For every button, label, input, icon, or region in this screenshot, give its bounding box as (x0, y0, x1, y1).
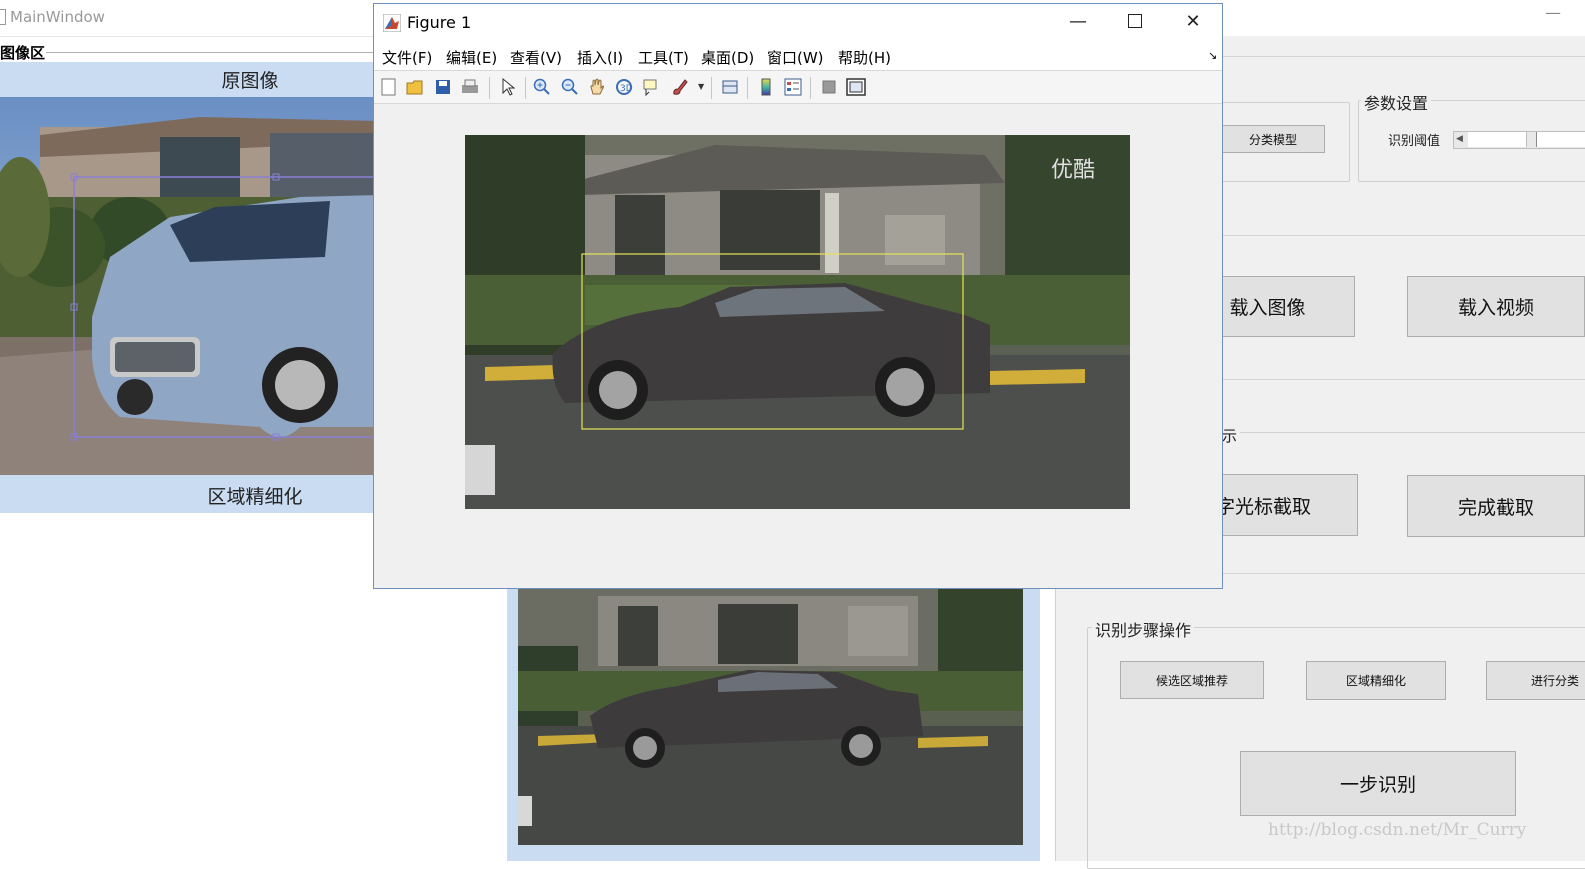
toolbar-separator (711, 77, 712, 99)
divider (1223, 573, 1585, 574)
figure-toolbar: 3D ▼ (374, 71, 1222, 104)
toolbar-separator (489, 77, 490, 99)
toolbar-separator (810, 77, 811, 99)
hide-plot-icon[interactable] (819, 77, 839, 97)
pan-icon[interactable] (587, 77, 607, 97)
refined-image (518, 586, 1023, 845)
menu-help[interactable]: 帮助(H) (838, 47, 891, 68)
zoom-in-icon[interactable] (532, 77, 552, 97)
figure-window[interactable]: Figure 1 — ✕ 文件(F) 编辑(E) 查看(V) 插入(I) 工具(… (373, 3, 1223, 589)
rotate-icon[interactable]: 3D (614, 77, 634, 97)
matlab-logo-icon (383, 14, 401, 32)
divider (1223, 56, 1585, 57)
brush-icon[interactable] (670, 77, 690, 97)
legend-icon[interactable] (783, 77, 803, 97)
print-icon[interactable] (460, 77, 480, 97)
figure-menubar: 文件(F) 编辑(E) 查看(V) 插入(I) 工具(T) 桌面(D) 窗口(W… (374, 40, 1222, 71)
minimize-icon[interactable]: — (1055, 6, 1101, 36)
pointer-icon[interactable] (498, 77, 518, 97)
finish-capture-button[interactable]: 完成截取 (1407, 475, 1585, 537)
slider-left-arrow-icon[interactable]: ◀ (1456, 134, 1463, 144)
divider (1223, 379, 1585, 380)
original-image (0, 97, 380, 475)
show-plot-icon[interactable] (846, 77, 866, 97)
image-panel-title: 图像区 (0, 44, 46, 62)
divider (1223, 235, 1585, 236)
new-icon[interactable] (379, 77, 399, 97)
main-window-title: MainWindow (10, 8, 105, 26)
brush-dropdown-icon[interactable]: ▼ (698, 82, 704, 91)
menu-view[interactable]: 查看(V) (510, 47, 562, 68)
slider-thumb[interactable] (1536, 132, 1585, 147)
toolbar-separator (747, 77, 748, 99)
steps-panel-title: 识别步骤操作 (1092, 617, 1195, 641)
figure-title: Figure 1 (407, 13, 472, 32)
link-icon[interactable] (720, 77, 740, 97)
menu-insert[interactable]: 插入(I) (577, 47, 623, 68)
figure-image-axes[interactable]: 优酷 (465, 135, 1130, 509)
svg-text:3D: 3D (620, 84, 633, 94)
open-icon[interactable] (405, 77, 425, 97)
save-icon[interactable] (433, 77, 453, 97)
toolbar-separator (525, 77, 526, 99)
image-logo-text: 优酷 (1051, 158, 1095, 183)
watermark: http://blog.csdn.net/Mr_Curry (1268, 820, 1527, 840)
zoom-out-icon[interactable] (560, 77, 580, 97)
maximize-icon[interactable] (1112, 6, 1158, 36)
classify-step-button[interactable]: 进行分类 (1486, 661, 1585, 700)
colorbar-icon[interactable] (756, 77, 776, 97)
minimize-button[interactable]: — (1545, 3, 1561, 22)
datatip-icon[interactable] (641, 77, 661, 97)
one-step-recognize-button[interactable]: 一步识别 (1240, 751, 1516, 816)
menu-edit[interactable]: 编辑(E) (446, 47, 497, 68)
panel-divider (46, 52, 386, 53)
dock-arrow-icon[interactable]: ↘ (1208, 49, 1217, 62)
menu-window[interactable]: 窗口(W) (767, 47, 824, 68)
param-panel-title: 参数设置 (1361, 90, 1432, 114)
menu-file[interactable]: 文件(F) (382, 47, 432, 68)
menu-tools[interactable]: 工具(T) (638, 47, 689, 68)
menu-desktop[interactable]: 桌面(D) (701, 47, 754, 68)
candidate-region-button[interactable]: 候选区域推荐 (1120, 661, 1264, 699)
close-icon[interactable]: ✕ (1170, 6, 1216, 36)
slider-track[interactable] (1468, 132, 1527, 147)
region-refine-button[interactable]: 区域精细化 (1306, 661, 1446, 700)
app-icon (0, 9, 6, 25)
load-video-button[interactable]: 载入视频 (1407, 276, 1585, 337)
threshold-slider[interactable]: ◀ (1453, 131, 1585, 149)
control-area-border (1055, 560, 1056, 861)
threshold-label: 识别阈值 (1388, 134, 1441, 149)
classify-model-button[interactable]: 分类模型 (1221, 125, 1325, 153)
figure-titlebar[interactable]: Figure 1 — ✕ (374, 4, 1222, 40)
